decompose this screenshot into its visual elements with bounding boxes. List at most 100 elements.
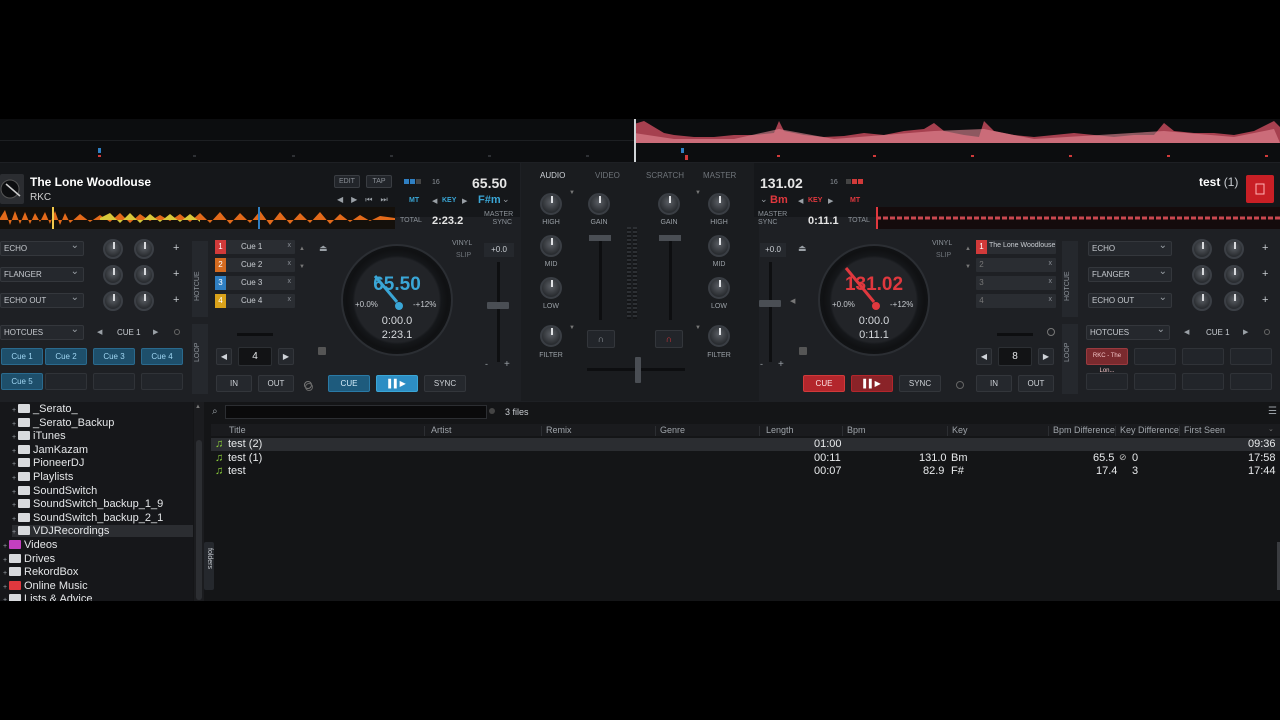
cue-row-4[interactable]: 4 x: [976, 294, 1056, 308]
pad-options-icon[interactable]: [174, 329, 180, 335]
right-eq-high-knob[interactable]: [708, 193, 730, 215]
left-filter-knob[interactable]: [540, 325, 562, 347]
eject-icon[interactable]: ⏏: [319, 243, 328, 254]
fx-assign-arrow[interactable]: ▼: [569, 325, 575, 331]
left-key-display[interactable]: F#m: [478, 194, 501, 206]
hotcue-pad-6[interactable]: [1134, 373, 1176, 390]
right-sync-button[interactable]: SYNC: [899, 375, 941, 392]
tree-scrollbar[interactable]: [194, 402, 204, 601]
mixer-tab-audio[interactable]: AUDIO: [540, 171, 565, 180]
loop-out-button[interactable]: OUT: [1018, 375, 1054, 392]
cue-row-1[interactable]: 1 The Lone Woodlouse: [976, 240, 1056, 254]
hotcue-pad-5[interactable]: Cue 5: [1, 373, 43, 390]
right-remaining-time[interactable]: 0:11.1: [808, 215, 839, 227]
master-tempo-toggle[interactable]: MT: [409, 197, 419, 204]
left-cue-button[interactable]: CUE: [328, 375, 370, 392]
pitch-offset[interactable]: +0.0: [760, 243, 786, 257]
stop-icon[interactable]: [318, 347, 326, 355]
loop-size-display[interactable]: 4: [238, 347, 272, 366]
right-headphone-cue-icon[interactable]: ∩: [655, 330, 683, 348]
column-divider[interactable]: [1048, 426, 1049, 436]
add-fx-icon[interactable]: +: [173, 268, 179, 280]
left-gain-knob[interactable]: [588, 193, 610, 215]
tree-item[interactable]: + Videos: [3, 539, 57, 551]
delete-cue-icon[interactable]: x: [1049, 278, 1053, 285]
right-key-display[interactable]: Bm: [770, 194, 788, 206]
pad-page-next-icon[interactable]: ▶: [153, 328, 158, 336]
delete-cue-icon[interactable]: x: [288, 260, 292, 267]
hotcue-pad-2[interactable]: [1134, 348, 1176, 365]
left-hotcue-side-tab[interactable]: HOTCUE: [192, 241, 208, 317]
left-fx-slot-1[interactable]: ECHO: [0, 239, 84, 256]
tree-item[interactable]: + SoundSwitch_backup_2_1: [12, 512, 163, 524]
eject-icon[interactable]: ⏏: [798, 243, 807, 254]
pad-page-next-icon[interactable]: ▶: [1243, 328, 1248, 336]
right-play-button[interactable]: ▌▌▶: [851, 375, 893, 392]
key-dropdown-icon[interactable]: ⌄: [502, 194, 510, 205]
add-fx-icon[interactable]: +: [1262, 294, 1268, 306]
right-volume-fader[interactable]: [659, 235, 681, 241]
left-pads-mode-select[interactable]: HOTCUES: [0, 323, 84, 340]
cue-scroll-arrows[interactable]: ▲ ▼: [965, 245, 971, 272]
cue-options-icon[interactable]: [956, 381, 964, 389]
right-eq-low-knob[interactable]: [708, 277, 730, 299]
left-mini-waveform[interactable]: [0, 207, 395, 229]
fx-knob[interactable]: [134, 239, 154, 259]
tree-scroll-up-icon[interactable]: ▲: [195, 404, 201, 410]
cue-row-1[interactable]: 1 Cue 1 x: [215, 240, 295, 254]
hotcue-pad-2[interactable]: Cue 2: [45, 348, 87, 365]
left-fx-slot-2[interactable]: FLANGER: [0, 265, 84, 282]
tree-item[interactable]: + RekordBox: [3, 566, 78, 578]
pad-page-prev-icon[interactable]: ◀: [1184, 328, 1189, 336]
vinyl-toggle[interactable]: VINYL: [452, 240, 472, 247]
column-divider[interactable]: [1115, 426, 1116, 436]
tree-item[interactable]: + Online Music: [3, 580, 88, 592]
table-row[interactable]: ♫ test (2) 01:00 09:36: [211, 438, 1280, 451]
right-gain-knob[interactable]: [658, 193, 680, 215]
hotcue-pad-3[interactable]: [1182, 348, 1224, 365]
tap-button[interactable]: TAP: [366, 175, 392, 188]
column-key[interactable]: Key: [952, 425, 968, 435]
cue-row-3[interactable]: 3 Cue 3 x: [215, 276, 295, 290]
key-up-arrow[interactable]: ▶: [828, 197, 833, 205]
mixer-tab-master[interactable]: MASTER: [703, 171, 736, 180]
column-divider[interactable]: [947, 426, 948, 436]
tree-item[interactable]: + iTunes: [12, 430, 66, 442]
cue-row-2[interactable]: 2 x: [976, 258, 1056, 272]
tree-item[interactable]: + Playlists: [12, 471, 73, 483]
pitch-plus-button[interactable]: +: [504, 359, 510, 370]
add-fx-icon[interactable]: +: [173, 294, 179, 306]
key-up-arrow[interactable]: ▶: [462, 197, 467, 205]
master-tempo-toggle[interactable]: MT: [850, 197, 860, 204]
right-fx-slot-3[interactable]: ECHO OUT: [1088, 291, 1172, 308]
add-fx-icon[interactable]: +: [1262, 268, 1268, 280]
right-mini-waveform[interactable]: [876, 207, 1280, 229]
tree-scrollbar-thumb[interactable]: [196, 440, 202, 600]
pitch-offset[interactable]: +0.0: [484, 243, 514, 257]
key-down-arrow[interactable]: ◀: [432, 197, 437, 205]
delete-cue-icon[interactable]: x: [288, 242, 292, 249]
pitch-plus-button[interactable]: +: [778, 359, 784, 370]
cue-scroll-arrows[interactable]: ▲ ▼: [299, 245, 305, 272]
hotcue-pad-1[interactable]: RKC - The Lon...: [1086, 348, 1128, 374]
cue-row-4[interactable]: 4 Cue 4 x: [215, 294, 295, 308]
loop-in-button[interactable]: IN: [976, 375, 1012, 392]
left-headphone-cue-icon[interactable]: ∩: [587, 330, 615, 348]
pad-page-prev-icon[interactable]: ◀: [97, 328, 102, 336]
tree-item[interactable]: + SoundSwitch_backup_1_9: [12, 498, 163, 510]
right-eq-mid-knob[interactable]: [708, 235, 730, 257]
column-artist[interactable]: Artist: [431, 425, 452, 435]
column-key-difference[interactable]: Key Difference: [1120, 425, 1179, 435]
left-pitch-slider-handle[interactable]: [487, 302, 509, 309]
tree-item[interactable]: + VDJRecordings: [12, 525, 193, 538]
cue-row-2[interactable]: 2 Cue 2 x: [215, 258, 295, 272]
mixer-tab-video[interactable]: VIDEO: [595, 171, 620, 180]
right-fx-slot-2[interactable]: FLANGER: [1088, 265, 1172, 282]
delete-cue-icon[interactable]: x: [288, 278, 292, 285]
hotcue-pad-5[interactable]: [1086, 373, 1128, 390]
pitch-minus-button[interactable]: -: [760, 359, 763, 369]
fx-knob[interactable]: [1224, 265, 1244, 285]
left-sync-button[interactable]: SYNC: [424, 375, 466, 392]
fx-knob[interactable]: [1224, 291, 1244, 311]
column-sort-icon[interactable]: ⌄: [1268, 425, 1274, 433]
